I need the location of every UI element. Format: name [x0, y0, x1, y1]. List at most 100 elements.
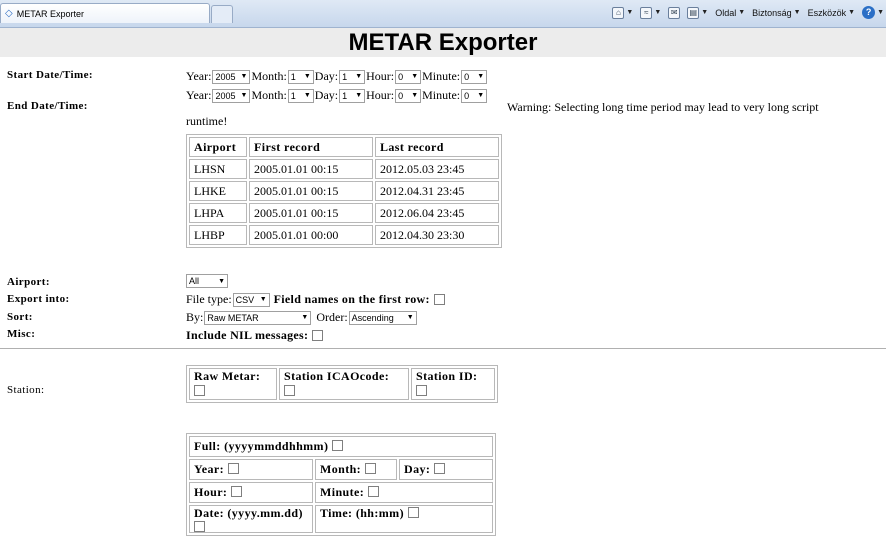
print-button[interactable]: ▤ ▼: [687, 6, 709, 19]
year-field-label: Year:: [194, 462, 224, 476]
warning-text: Warning: Selecting long time period may …: [507, 100, 819, 114]
cell-last-record: 2012.06.04 23:45: [375, 203, 499, 223]
cell-first-record: 2005.01.01 00:00: [249, 225, 373, 245]
end-hour-select[interactable]: 0 ▼: [395, 88, 422, 103]
feeds-button[interactable]: ≈ ▼: [640, 6, 662, 19]
start-year-select[interactable]: 2005 ▼: [212, 69, 251, 84]
start-hour-select[interactable]: 0 ▼: [395, 69, 422, 84]
mail-icon: ✉: [668, 6, 681, 19]
chevron-down-icon: ▼: [701, 9, 709, 16]
dropdown-arrow-icon: ▼: [259, 296, 267, 303]
minute-field-label: Minute:: [320, 485, 365, 499]
datetime-fields-table: Full: (yyyymmddhhmm) Year: Month: Day: H…: [186, 433, 496, 536]
table-row: LHPA 2005.01.01 00:15 2012.06.04 23:45: [189, 203, 499, 223]
field-names-checkbox[interactable]: [433, 294, 445, 305]
airport-records-table: Airport First record Last record LHSN 20…: [186, 134, 502, 248]
station-icao-checkbox[interactable]: [284, 385, 295, 396]
start-minute-label: Minute:: [422, 69, 461, 83]
table-row: LHKE 2005.01.01 00:15 2012.04.31 23:45: [189, 181, 499, 201]
start-day-select[interactable]: 1 ▼: [339, 69, 366, 84]
station-id-cell: Station ID:: [411, 368, 495, 400]
sort-by-value: Raw METAR: [207, 312, 259, 323]
end-day-select[interactable]: 1 ▼: [339, 88, 366, 103]
dropdown-arrow-icon: ▼: [477, 73, 485, 80]
security-menu-label: Biztonság: [752, 7, 792, 18]
date-field-label: Date: (yyyy.mm.dd): [194, 506, 303, 520]
page-menu[interactable]: Oldal ▼: [715, 8, 745, 18]
start-month-select[interactable]: 1 ▼: [287, 69, 314, 84]
start-hour-label: Hour:: [366, 69, 395, 83]
cell-last-record: 2012.05.03 23:45: [375, 159, 499, 179]
file-type-label: File type:: [186, 292, 232, 306]
full-datetime-label: Full: (yyyymmddhhmm): [194, 439, 329, 453]
end-year-select[interactable]: 2005 ▼: [212, 88, 251, 103]
help-button[interactable]: ? ▼: [862, 6, 884, 19]
dropdown-arrow-icon: ▼: [303, 92, 311, 99]
page-menu-label: Oldal: [715, 7, 737, 18]
cell-first-record: 2005.01.01 00:15: [249, 181, 373, 201]
home-button[interactable]: ⌂ ▼: [612, 6, 633, 19]
start-datetime-row: Year: 2005 ▼ Month: 1 ▼ Day: 1 ▼ Hour: 0 ▼ M…: [186, 69, 488, 84]
start-month-value: 1: [290, 71, 296, 82]
table-row: Raw Metar: Station ICAOcode: Station ID:: [189, 368, 495, 400]
export-row: File type: CSV ▼ Field names on the first…: [186, 292, 445, 307]
hour-checkbox[interactable]: [231, 486, 243, 497]
end-month-label: Month:: [251, 88, 287, 102]
end-minute-value: 0: [464, 90, 470, 101]
column-header-airport: Airport: [189, 137, 247, 157]
dropdown-arrow-icon: ▼: [477, 92, 485, 99]
date-checkbox[interactable]: [194, 521, 205, 532]
chevron-down-icon: ▼: [877, 9, 884, 16]
table-row: LHBP 2005.01.01 00:00 2012.04.30 23:30: [189, 225, 499, 245]
month-checkbox[interactable]: [365, 463, 377, 474]
sort-order-value: Ascending: [351, 312, 394, 323]
end-minute-select[interactable]: 0 ▼: [461, 88, 488, 103]
day-cell: Day:: [399, 459, 493, 480]
airport-select[interactable]: All ▼: [186, 274, 228, 288]
day-checkbox[interactable]: [434, 463, 446, 474]
warning-text-continued: runtime!: [186, 114, 228, 128]
sort-by-label: By:: [186, 310, 204, 324]
chevron-down-icon: ▼: [654, 9, 662, 16]
start-minute-select[interactable]: 0 ▼: [461, 69, 488, 84]
mail-button[interactable]: ✉: [668, 6, 681, 19]
year-checkbox[interactable]: [227, 463, 239, 474]
field-names-label: Field names on the first row:: [273, 292, 430, 306]
station-id-checkbox[interactable]: [416, 385, 427, 396]
cell-first-record: 2005.01.01 00:15: [249, 203, 373, 223]
sort-by-select[interactable]: Raw METAR ▼: [204, 310, 312, 325]
security-menu[interactable]: Biztonság ▼: [752, 8, 800, 18]
end-month-select[interactable]: 1 ▼: [287, 88, 314, 103]
include-nil-checkbox[interactable]: [312, 330, 324, 341]
month-field-label: Month:: [320, 462, 362, 476]
station-icao-label: Station ICAOcode:: [284, 369, 390, 383]
file-type-select[interactable]: CSV ▼: [232, 292, 270, 307]
dropdown-arrow-icon: ▼: [301, 314, 309, 321]
sort-order-select[interactable]: Ascending ▼: [348, 310, 417, 325]
minute-cell: Minute:: [315, 482, 493, 503]
raw-metar-label: Raw Metar:: [194, 369, 261, 383]
full-datetime-checkbox[interactable]: [332, 440, 344, 451]
page-content: METAR Exporter Start Date/Time: End Date…: [0, 28, 886, 536]
full-datetime-cell: Full: (yyyymmddhhmm): [189, 436, 493, 457]
dropdown-arrow-icon: ▼: [411, 92, 419, 99]
minute-checkbox[interactable]: [368, 486, 380, 497]
dropdown-arrow-icon: ▼: [240, 92, 248, 99]
hour-cell: Hour:: [189, 482, 313, 503]
browser-tab[interactable]: ◇ METAR Exporter: [0, 3, 210, 23]
time-checkbox[interactable]: [407, 507, 419, 518]
raw-metar-checkbox[interactable]: [194, 385, 205, 396]
station-icao-cell: Station ICAOcode:: [279, 368, 409, 400]
file-type-value: CSV: [235, 294, 255, 305]
table-header-row: Airport First record Last record: [189, 137, 499, 157]
dropdown-arrow-icon: ▼: [303, 73, 311, 80]
chevron-down-icon: ▼: [793, 9, 801, 16]
tab-title: METAR Exporter: [16, 8, 85, 19]
tools-menu[interactable]: Eszközök ▼: [808, 8, 855, 18]
new-tab-button[interactable]: [211, 5, 233, 23]
month-cell: Month:: [315, 459, 397, 480]
table-row: LHSN 2005.01.01 00:15 2012.05.03 23:45: [189, 159, 499, 179]
year-cell: Year:: [189, 459, 313, 480]
sort-row: By: Raw METAR ▼ Order: Ascending ▼: [186, 310, 418, 325]
dropdown-arrow-icon: ▼: [411, 73, 419, 80]
